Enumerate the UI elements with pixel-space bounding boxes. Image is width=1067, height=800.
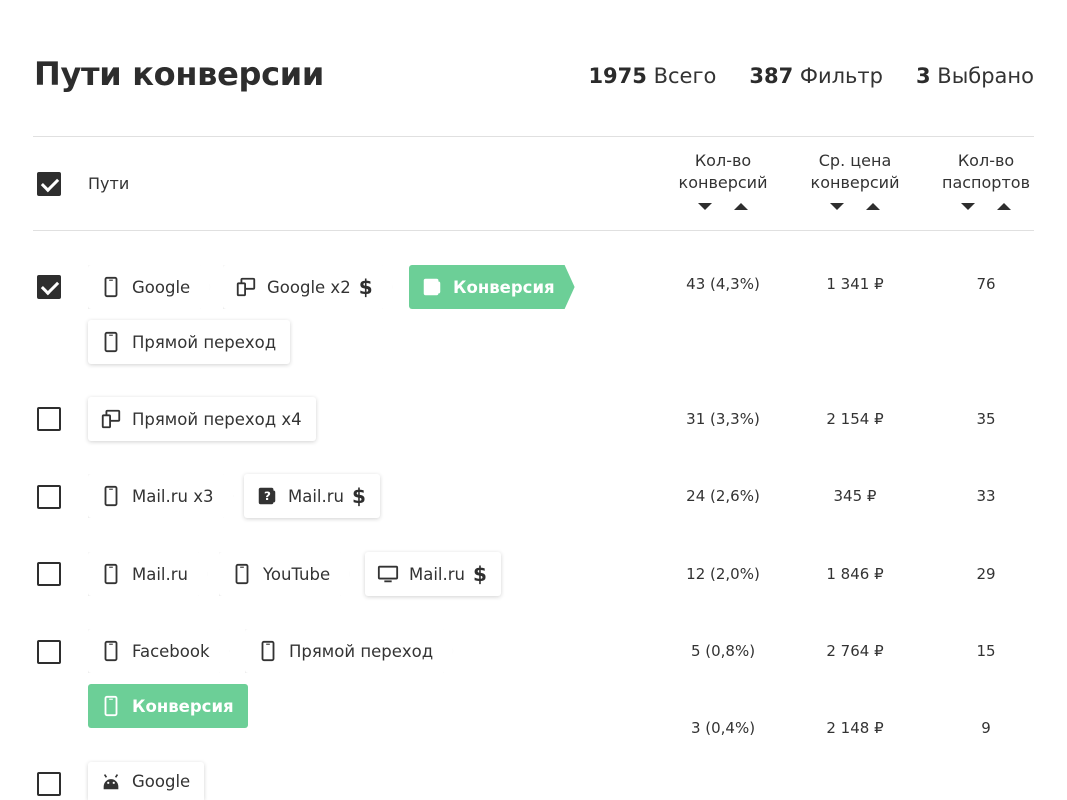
devices-icon	[235, 276, 257, 298]
stat-total: 1975 Всего	[588, 64, 717, 88]
avg-price: 2 764 ₽	[826, 642, 884, 660]
divider	[33, 136, 1034, 137]
dollar-icon: $	[352, 484, 366, 508]
phone-icon	[100, 276, 122, 298]
avg-price: 1 846 ₽	[826, 565, 884, 583]
stat-selected: 3 Выбрано	[915, 64, 1034, 88]
path-step[interactable]: Facebook	[88, 629, 230, 673]
conversions-count: 3 (0,4%)	[690, 719, 756, 737]
select-all-checkbox[interactable]	[37, 172, 61, 196]
stat-filter: 387 Фильтр	[749, 64, 883, 88]
path-step[interactable]: Google x2 $	[223, 265, 393, 309]
path-step[interactable]: Прямой переход	[245, 629, 453, 673]
dollar-icon: $	[358, 275, 373, 299]
sort-asc-icon[interactable]	[734, 203, 748, 210]
sort-conversions	[698, 203, 748, 210]
divider	[33, 230, 1034, 231]
passports-count: 29	[976, 565, 996, 583]
path-step[interactable]: Mail.ru x3	[88, 474, 234, 518]
avg-price: 2 154 ₽	[826, 410, 884, 428]
sort-asc-icon[interactable]	[866, 203, 880, 210]
monitor-icon	[377, 563, 399, 585]
phone-icon	[100, 695, 122, 717]
sort-passports	[961, 203, 1011, 210]
sort-desc-icon[interactable]	[698, 203, 712, 210]
stats-bar: 1975 Всего 387 Фильтр 3 Выбрано	[588, 64, 1034, 88]
avg-price: 2 148 ₽	[826, 719, 884, 737]
devices-icon	[100, 408, 122, 430]
question-icon	[256, 485, 278, 507]
phone-icon	[257, 640, 279, 662]
header-conversions: Кол-во конверсий	[678, 151, 768, 192]
android-icon	[100, 770, 122, 792]
path-step[interactable]: Прямой переход x4	[88, 397, 316, 441]
row-checkbox[interactable]	[37, 275, 61, 299]
conversions-count: 43 (4,3%)	[686, 275, 760, 293]
row-checkbox[interactable]	[37, 407, 61, 431]
header-passports: Кол-во паспортов	[941, 151, 1030, 192]
avg-price: 345 ₽	[833, 487, 877, 505]
conversions-count: 5 (0,8%)	[690, 642, 756, 660]
path-step[interactable]: Mail.ru $	[365, 552, 501, 596]
conversions-count: 31 (3,3%)	[686, 410, 760, 428]
row-checkbox[interactable]	[37, 772, 61, 796]
question-icon	[421, 276, 443, 298]
conversions-count: 12 (2,0%)	[686, 565, 760, 583]
phone-icon	[100, 640, 122, 662]
passports-count: 9	[981, 719, 991, 737]
path-step[interactable]: Google	[88, 762, 205, 800]
passports-count: 35	[976, 410, 996, 428]
avg-price: 1 341 ₽	[826, 275, 884, 293]
row-checkbox[interactable]	[37, 640, 61, 664]
dollar-icon: $	[473, 562, 487, 586]
path-step[interactable]: YouTube	[219, 552, 350, 596]
sort-asc-icon[interactable]	[997, 203, 1011, 210]
sort-avg-price	[830, 203, 880, 210]
sort-desc-icon[interactable]	[961, 203, 975, 210]
header-paths: Пути	[88, 174, 130, 193]
phone-icon	[100, 485, 122, 507]
path-step[interactable]: Mail.ru	[88, 552, 208, 596]
row-checkbox[interactable]	[37, 562, 61, 586]
row-checkbox[interactable]	[37, 485, 61, 509]
path-step-conversion[interactable]: Конверсия	[88, 684, 248, 728]
path-step[interactable]: Google	[88, 265, 210, 309]
passports-count: 33	[976, 487, 996, 505]
page-title: Пути конверсии	[34, 55, 325, 93]
passports-count: 76	[976, 275, 996, 293]
header-avg-price: Ср. цена конверсий	[810, 151, 900, 192]
path-step[interactable]: Прямой переход	[88, 320, 291, 364]
phone-icon	[231, 563, 253, 585]
path-step[interactable]: Mail.ru $	[244, 474, 380, 518]
conversions-count: 24 (2,6%)	[686, 487, 760, 505]
path-step-conversion[interactable]: Конверсия	[409, 265, 575, 309]
passports-count: 15	[976, 642, 996, 660]
phone-icon	[100, 563, 122, 585]
sort-desc-icon[interactable]	[830, 203, 844, 210]
phone-icon	[100, 331, 122, 353]
